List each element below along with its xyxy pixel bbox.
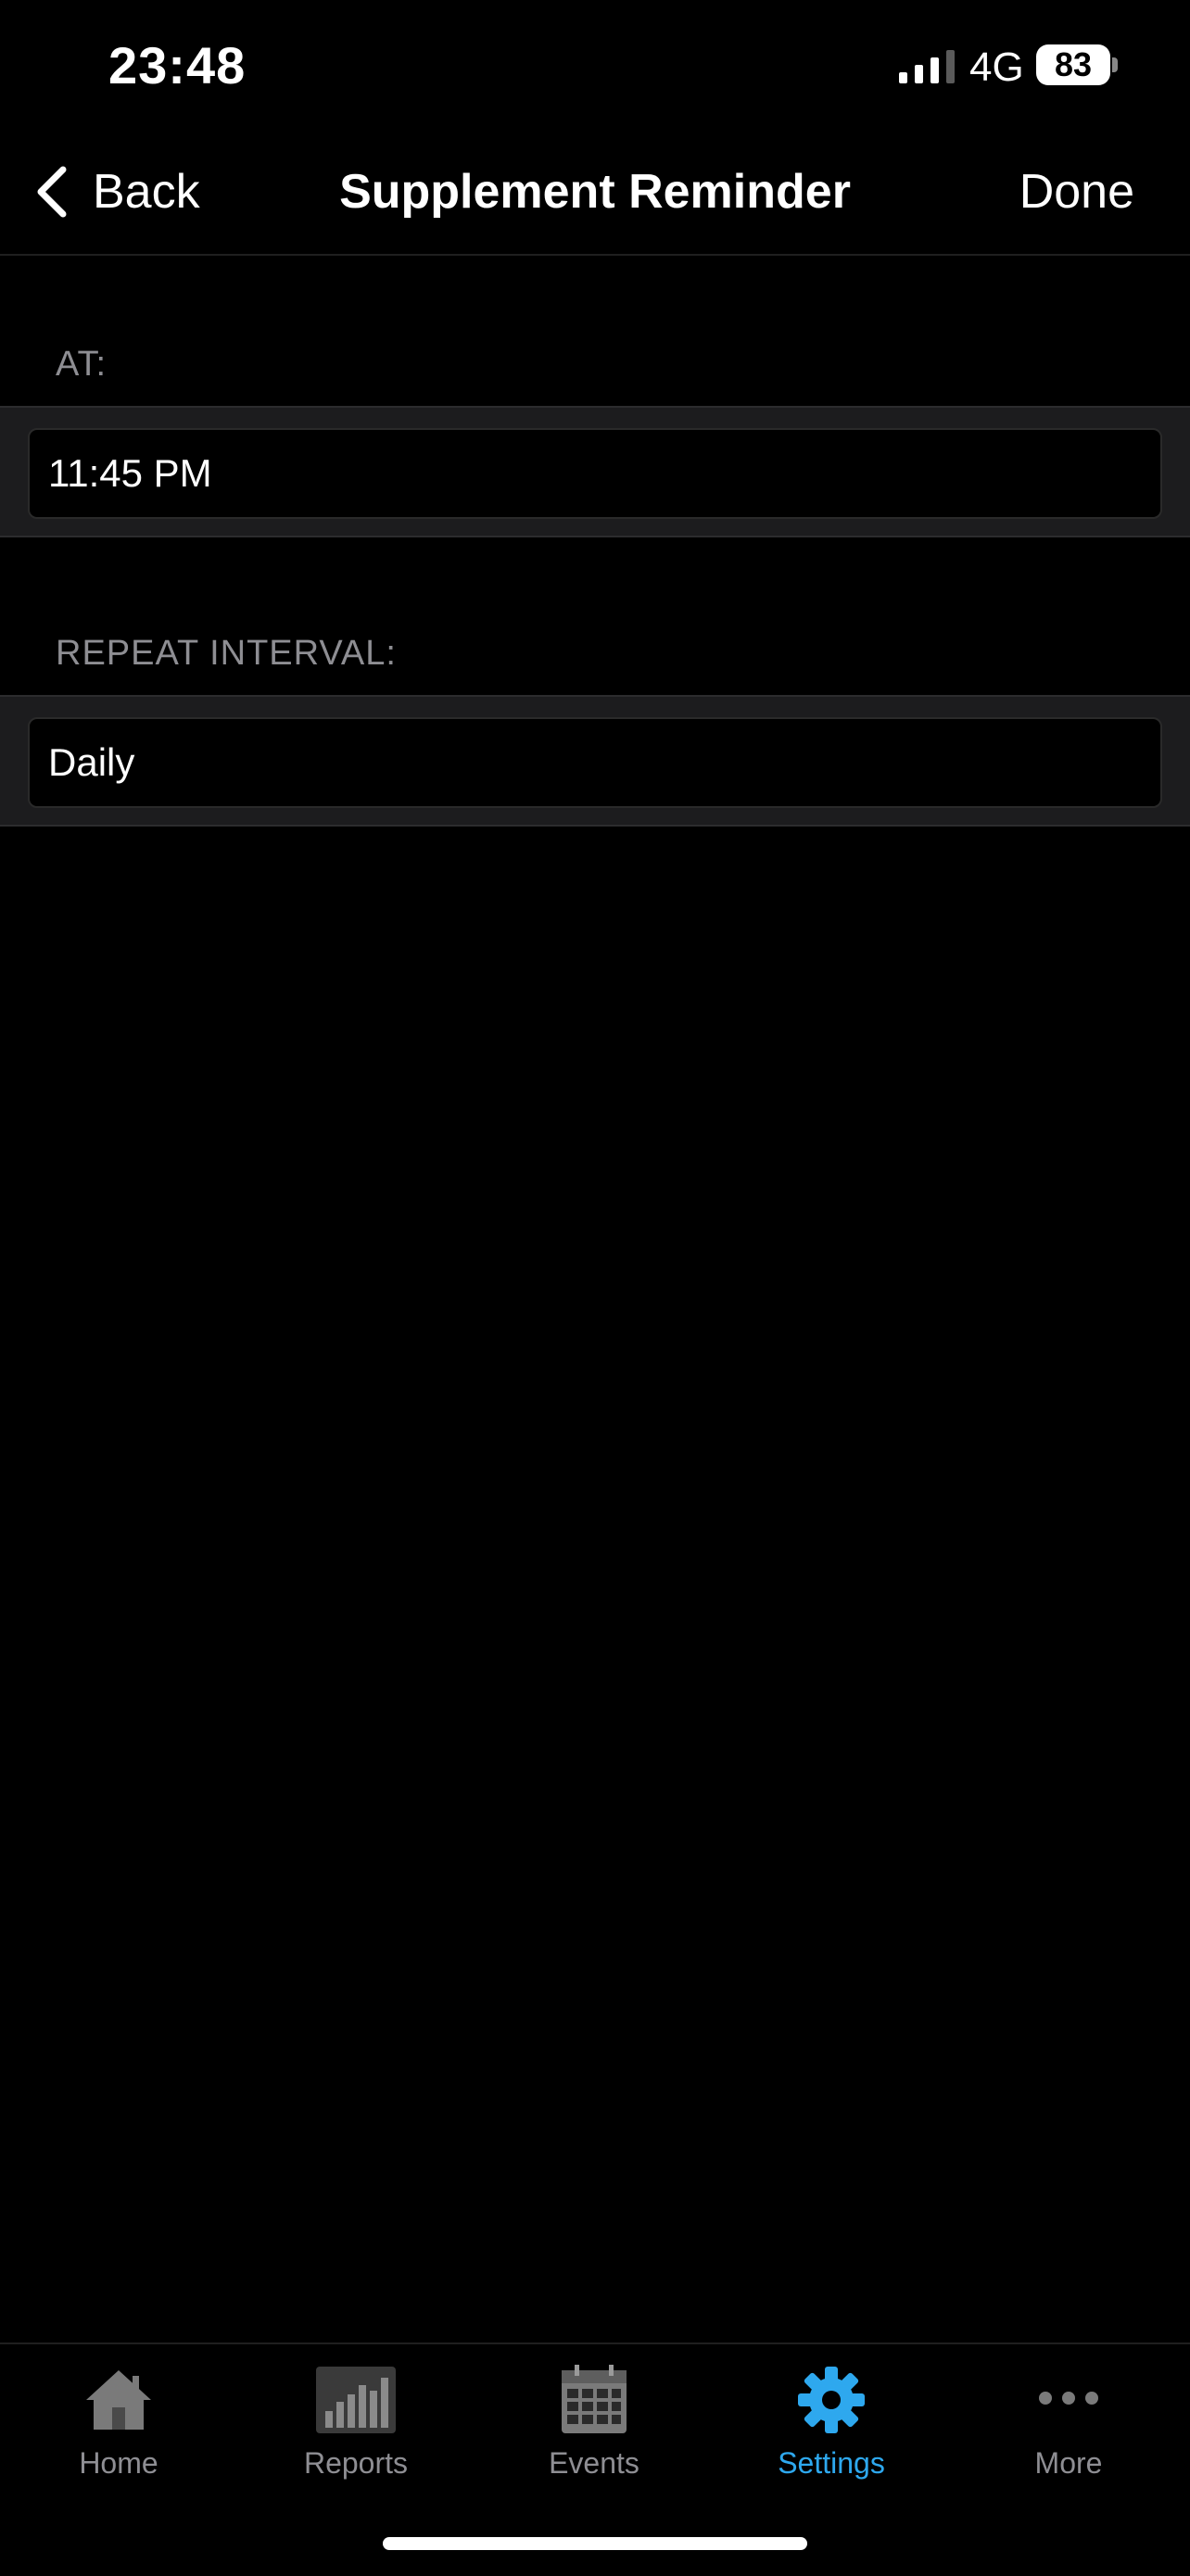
tab-more[interactable]: More bbox=[967, 2363, 1171, 2502]
status-bar: 23:48 4G 83 bbox=[0, 0, 1190, 139]
done-button[interactable]: Done bbox=[1019, 159, 1134, 224]
back-label: Back bbox=[93, 165, 200, 219]
tab-events-label: Events bbox=[549, 2446, 639, 2480]
repeat-section: Daily bbox=[0, 695, 1190, 827]
house-icon bbox=[86, 2370, 151, 2430]
network-type: 4G bbox=[969, 44, 1024, 90]
tab-events[interactable]: Events bbox=[492, 2363, 696, 2502]
tab-settings-label: Settings bbox=[778, 2446, 885, 2480]
tab-home[interactable]: Home bbox=[17, 2363, 221, 2502]
signal-strength-icon bbox=[899, 50, 955, 83]
more-dots-icon bbox=[1039, 2392, 1098, 2405]
tab-settings[interactable]: Settings bbox=[729, 2363, 933, 2502]
tab-reports-label: Reports bbox=[303, 2446, 409, 2480]
repeat-section-header: REPEAT INTERVAL: bbox=[56, 634, 397, 673]
tab-home-label: Home bbox=[79, 2446, 158, 2480]
bar-chart-icon bbox=[316, 2367, 396, 2433]
chevron-left-icon bbox=[37, 166, 67, 218]
status-time: 23:48 bbox=[108, 36, 247, 95]
tab-reports[interactable]: Reports bbox=[254, 2363, 458, 2502]
gear-icon bbox=[798, 2367, 865, 2433]
time-section: 11:45 PM bbox=[0, 406, 1190, 537]
home-indicator[interactable] bbox=[383, 2537, 807, 2550]
time-section-header: AT: bbox=[56, 345, 108, 384]
calendar-icon bbox=[562, 2365, 627, 2433]
battery-icon: 83 bbox=[1036, 44, 1110, 85]
tab-more-label: More bbox=[1034, 2446, 1103, 2480]
time-field[interactable]: 11:45 PM bbox=[28, 428, 1162, 519]
repeat-interval-field[interactable]: Daily bbox=[28, 717, 1162, 808]
battery-cap bbox=[1112, 57, 1118, 72]
navigation-bar: Back Supplement Reminder Done bbox=[0, 139, 1190, 256]
back-button[interactable]: Back bbox=[33, 159, 200, 224]
